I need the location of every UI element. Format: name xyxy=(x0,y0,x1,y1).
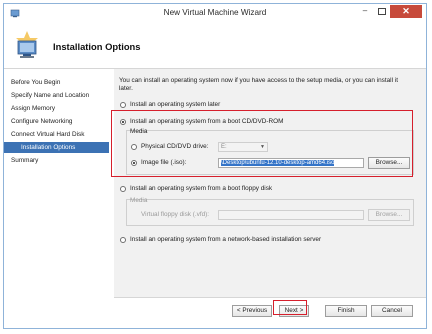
step-configure-networking[interactable]: Configure Networking xyxy=(4,116,109,127)
next-highlight xyxy=(273,300,307,315)
content-panel: You can install an operating system now … xyxy=(114,69,426,297)
finish-button[interactable]: Finish xyxy=(325,305,367,317)
maximize-button[interactable] xyxy=(374,6,388,17)
vfd-input[interactable] xyxy=(218,210,364,220)
floppy-radio[interactable] xyxy=(120,186,126,192)
minimize-button[interactable]: – xyxy=(358,6,372,17)
install-later-label[interactable]: Install an operating system later xyxy=(130,101,220,108)
title-bar[interactable]: New Virtual Machine Wizard – ✕ xyxy=(4,4,426,22)
close-button[interactable]: ✕ xyxy=(390,5,422,18)
step-assign-memory[interactable]: Assign Memory xyxy=(4,103,109,114)
step-before-you-begin[interactable]: Before You Begin xyxy=(4,77,109,88)
wizard-steps: Before You Begin Specify Name and Locati… xyxy=(4,69,109,297)
maximize-icon xyxy=(378,8,386,15)
page-header: Installation Options xyxy=(4,22,426,69)
boot-cd-highlight xyxy=(111,110,413,177)
intro-text: You can install an operating system now … xyxy=(119,77,398,93)
step-installation-options[interactable]: Installation Options xyxy=(4,142,109,153)
floppy-media-title: Media xyxy=(130,197,148,204)
cancel-button[interactable]: Cancel xyxy=(371,305,413,317)
floppy-label[interactable]: Install an operating system from a boot … xyxy=(130,185,272,192)
network-radio[interactable] xyxy=(120,237,126,243)
page-title: Installation Options xyxy=(53,41,141,52)
footer-divider xyxy=(114,297,426,298)
virtual-machine-icon xyxy=(16,31,38,58)
step-summary[interactable]: Summary xyxy=(4,155,109,166)
step-connect-vhd[interactable]: Connect Virtual Hard Disk xyxy=(4,129,109,140)
install-later-radio[interactable] xyxy=(120,102,126,108)
vfd-label: Virtual floppy disk (.vfd): xyxy=(141,211,210,218)
step-specify-name[interactable]: Specify Name and Location xyxy=(4,90,109,101)
previous-button[interactable]: < Previous xyxy=(232,305,272,317)
browse-vfd-button[interactable]: Browse... xyxy=(368,209,410,221)
network-label[interactable]: Install an operating system from a netwo… xyxy=(130,236,321,243)
